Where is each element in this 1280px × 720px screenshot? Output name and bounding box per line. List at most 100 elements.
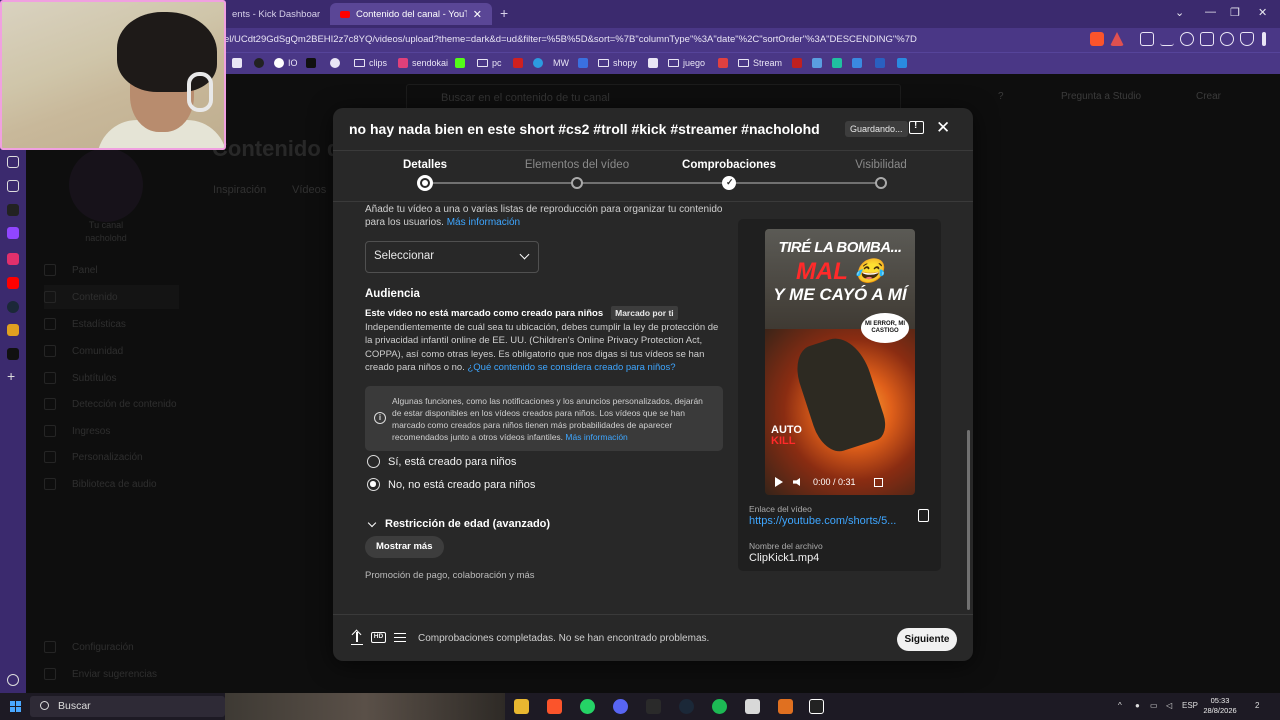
- bookmark-icon-2[interactable]: [254, 58, 264, 68]
- sidebar-twitch-icon[interactable]: [7, 227, 19, 239]
- bookmark-icon-1[interactable]: [232, 58, 242, 68]
- bookmark-icon-7[interactable]: [648, 58, 658, 68]
- windows-start-icon[interactable]: [10, 701, 21, 712]
- close-window-button[interactable]: ✕: [1258, 6, 1267, 19]
- sidebar-youtube-icon[interactable]: [7, 277, 19, 289]
- step-checks-check-icon[interactable]: [722, 176, 736, 190]
- mic-icon[interactable]: ●: [1135, 701, 1140, 710]
- bookmark-icon-6[interactable]: [578, 58, 588, 68]
- kids-content-link[interactable]: ¿Qué contenido se considera creado para …: [467, 362, 675, 373]
- leo-ai-icon[interactable]: [1220, 32, 1234, 46]
- bookmark-folder-juego[interactable]: juego: [668, 58, 705, 68]
- step-details-label[interactable]: Detalles: [355, 159, 495, 171]
- wallet-icon[interactable]: [1200, 32, 1214, 46]
- radio-button-checked[interactable]: [367, 478, 380, 491]
- music-icon[interactable]: [1180, 32, 1194, 46]
- spotify-icon[interactable]: [712, 699, 727, 714]
- minimize-button[interactable]: —: [1205, 6, 1216, 18]
- tab-kick-dashboard[interactable]: ents - Kick Dashboard: [222, 3, 330, 25]
- volume-icon[interactable]: [793, 478, 800, 486]
- sidebar-add-icon[interactable]: +: [7, 369, 19, 383]
- step-details-dot[interactable]: [417, 175, 433, 191]
- speaker-icon[interactable]: ◁: [1166, 701, 1172, 710]
- step-checks-label[interactable]: Comprobaciones: [659, 159, 799, 171]
- bookmark-folder-stream[interactable]: Stream: [738, 58, 782, 68]
- video-thumbnail[interactable]: TIRÉ LA BOMBA... MAL 😂 Y ME CAYÓ A MÍ MI…: [765, 229, 915, 495]
- taskbar-clock[interactable]: 05:33 28/8/2026: [1200, 696, 1240, 716]
- bookmark-kick-icon[interactable]: [455, 58, 465, 68]
- bookmark-icon-11[interactable]: [832, 58, 842, 68]
- app-icon-2[interactable]: [778, 699, 793, 714]
- radio-button[interactable]: [367, 455, 380, 468]
- brave-icon[interactable]: [547, 699, 562, 714]
- vpn-shield-icon[interactable]: [1240, 32, 1254, 46]
- downloads-icon[interactable]: [1160, 32, 1174, 46]
- sidebar-notes-icon[interactable]: [7, 156, 19, 168]
- bookmark-icon-8[interactable]: [718, 58, 728, 68]
- tab-youtube-studio[interactable]: Contenido del canal - YouTube S ✕: [330, 3, 492, 25]
- radio-made-for-kids[interactable]: Sí, está creado para niños: [367, 455, 516, 468]
- close-tab-icon[interactable]: ✕: [473, 8, 482, 21]
- bookmark-icon-12[interactable]: [852, 58, 862, 68]
- maximize-button[interactable]: ❐: [1230, 6, 1240, 19]
- tray-chevron-icon[interactable]: ^: [1118, 701, 1122, 710]
- dialog-scrollbar[interactable]: [967, 430, 970, 610]
- bookmark-icon-10[interactable]: [812, 58, 822, 68]
- close-icon[interactable]: ✕: [936, 118, 950, 138]
- language-indicator[interactable]: ESP: [1182, 701, 1198, 710]
- bookmark-icon-5[interactable]: [533, 58, 543, 68]
- playlist-more-info-link[interactable]: Más información: [447, 217, 520, 228]
- play-icon[interactable]: [775, 477, 783, 487]
- bookmark-io[interactable]: IO: [274, 58, 298, 68]
- sidebar-app-icon-2[interactable]: [7, 324, 19, 336]
- bookmark-icon-14[interactable]: [897, 58, 907, 68]
- network-icon[interactable]: ▭: [1150, 701, 1158, 710]
- epic-games-icon[interactable]: [646, 699, 661, 714]
- radio-not-made-for-kids[interactable]: No, no está creado para niños: [367, 478, 535, 491]
- step-visibility-dot[interactable]: [875, 177, 887, 189]
- sidebar-app-icon-3[interactable]: [7, 348, 19, 360]
- bookmark-icon-3[interactable]: [330, 58, 340, 68]
- taskbar-search[interactable]: Buscar: [30, 696, 225, 717]
- copy-icon[interactable]: [918, 509, 929, 522]
- new-tab-button[interactable]: +: [500, 5, 508, 21]
- brave-rewards-icon[interactable]: [1110, 32, 1124, 46]
- age-restriction-toggle[interactable]: Restricción de edad (avanzado): [367, 518, 550, 530]
- bookmark-tiktok-icon[interactable]: [306, 58, 316, 68]
- step-visibility-label[interactable]: Visibilidad: [811, 159, 951, 171]
- url-field[interactable]: el/UCdt29GdSgQm2BEHI2z7c8YQ/videos/uploa…: [224, 34, 917, 45]
- capcut-icon[interactable]: [809, 699, 824, 714]
- app-icon-1[interactable]: [745, 699, 760, 714]
- bookmark-folder-pc[interactable]: pc: [477, 58, 502, 68]
- bookmark-icon-13[interactable]: [875, 58, 885, 68]
- whatsapp-icon[interactable]: [580, 699, 595, 714]
- bookmark-mw[interactable]: MW: [553, 58, 569, 68]
- bookmark-icon-9[interactable]: [792, 58, 802, 68]
- kids-info-more-link[interactable]: Más información: [565, 432, 627, 442]
- show-more-button[interactable]: Mostrar más: [365, 536, 444, 558]
- sidebar-reading-icon[interactable]: [7, 180, 19, 192]
- sidebar-app-icon-1[interactable]: [7, 204, 19, 216]
- file-explorer-icon[interactable]: [514, 699, 529, 714]
- bookmark-folder-shopy[interactable]: shopy: [598, 58, 637, 68]
- brave-shield-icon[interactable]: [1090, 32, 1104, 46]
- extensions-icon[interactable]: [1140, 32, 1154, 46]
- sidebar-settings-icon[interactable]: [7, 674, 19, 686]
- video-link[interactable]: https://youtube.com/shorts/5...: [749, 515, 909, 527]
- fullscreen-icon[interactable]: [873, 477, 883, 487]
- tab-search-icon[interactable]: ⌄: [1175, 6, 1184, 19]
- next-button[interactable]: Siguiente: [897, 628, 957, 651]
- step-video-elements-dot[interactable]: [571, 177, 583, 189]
- playlist-select[interactable]: Seleccionar: [365, 241, 539, 273]
- steam-icon[interactable]: [679, 699, 694, 714]
- menu-icon[interactable]: [1262, 32, 1266, 46]
- sidebar-instagram-icon[interactable]: [7, 253, 19, 265]
- notification-count[interactable]: 2: [1255, 701, 1259, 710]
- bookmark-folder-clips[interactable]: clips: [354, 58, 387, 68]
- step-video-elements-label[interactable]: Elementos del vídeo: [507, 159, 647, 171]
- discord-icon[interactable]: [613, 699, 628, 714]
- sidebar-steam-icon[interactable]: [7, 301, 19, 313]
- report-issue-icon[interactable]: [909, 120, 924, 134]
- bookmark-sendokai[interactable]: sendokai: [398, 58, 448, 68]
- bookmark-icon-4[interactable]: [513, 58, 523, 68]
